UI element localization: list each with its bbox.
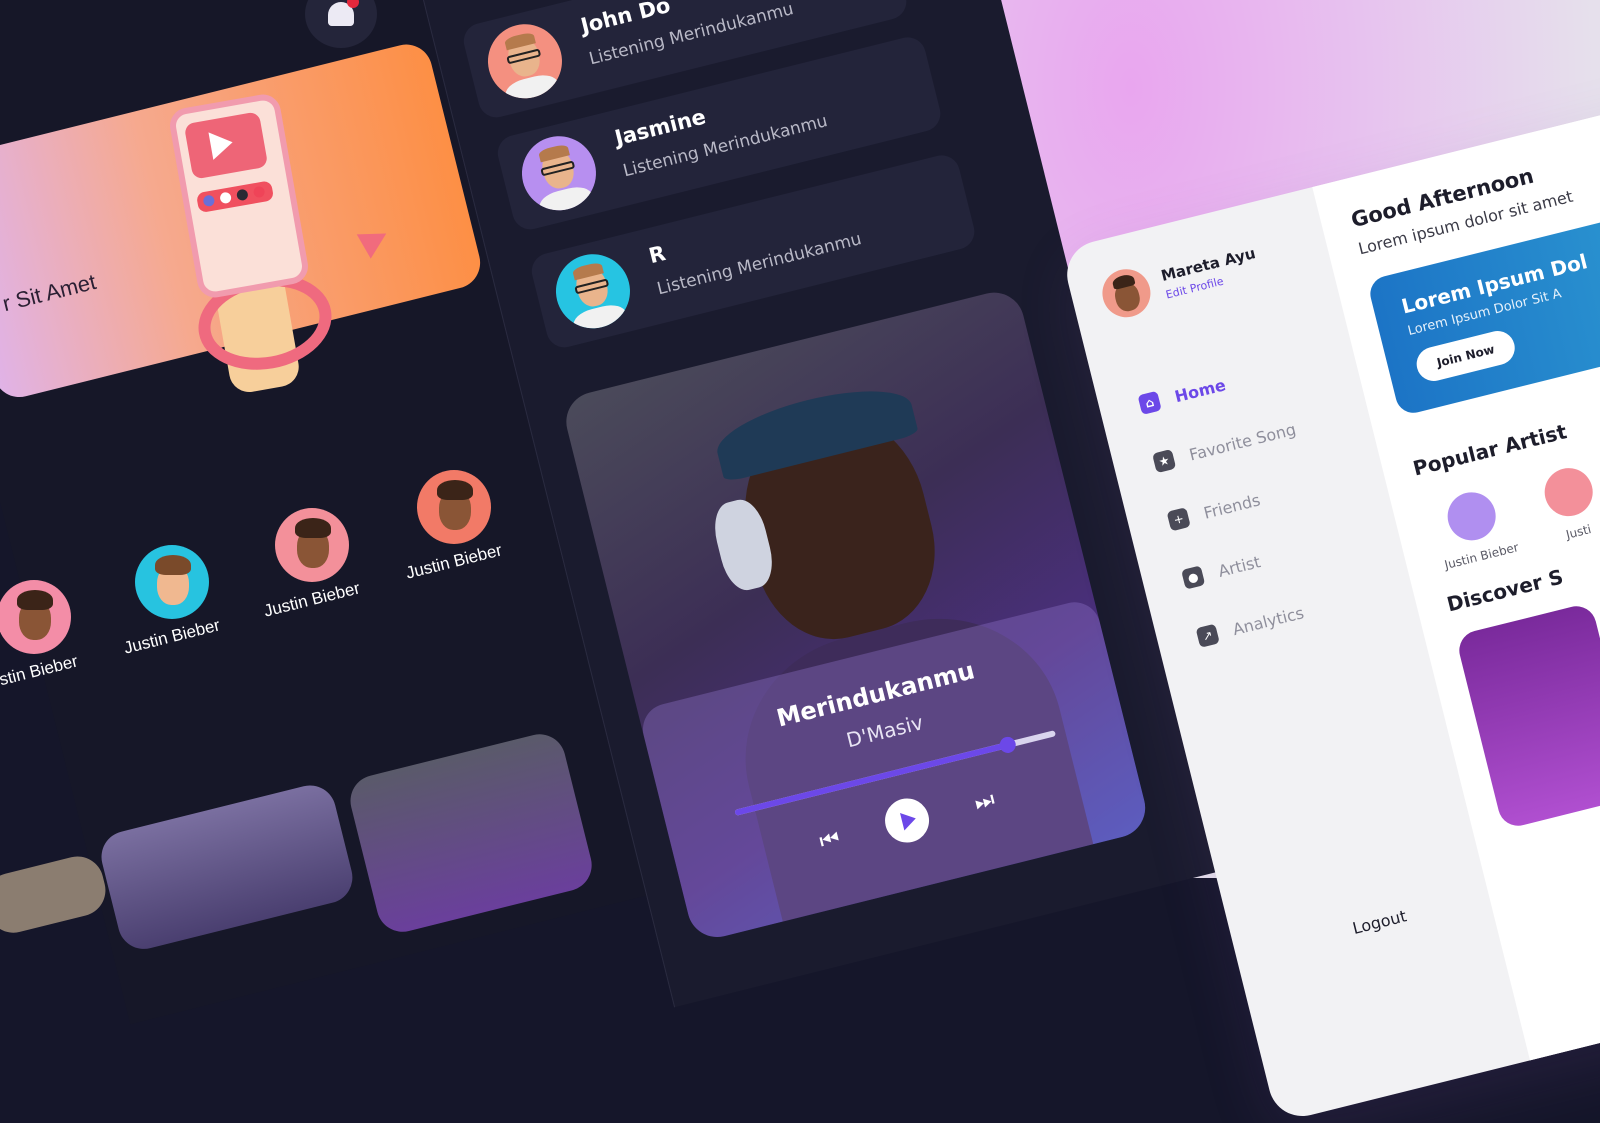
artist-avatar xyxy=(275,508,349,582)
avatar xyxy=(1097,264,1156,323)
add-user-icon: + xyxy=(1166,507,1191,532)
sidebar-item-label: Friends xyxy=(1201,489,1263,523)
artist-avatar xyxy=(1539,463,1598,522)
friend-name: R xyxy=(646,241,668,269)
popular-artist-item[interactable]: Justi xyxy=(1519,458,1600,550)
next-icon[interactable]: ⏭ xyxy=(972,787,997,816)
artist-avatar xyxy=(417,470,491,544)
artist-avatar xyxy=(1442,487,1501,546)
star-icon: ★ xyxy=(1152,448,1177,474)
discover-card[interactable] xyxy=(1455,602,1600,830)
artist-avatar xyxy=(0,580,71,654)
user-icon: ● xyxy=(1181,565,1206,590)
popular-artist-title: Popular Artist xyxy=(1410,419,1570,481)
friend-avatar xyxy=(514,128,604,219)
sidebar-item-label: Artist xyxy=(1216,551,1263,581)
discover-title: Discover S xyxy=(1444,564,1566,617)
popular-artist-item[interactable]: Justin Bieber xyxy=(1422,482,1527,574)
sidebar-nav: ⌂ Home ★ Favorite Song + Friends ● Artis… xyxy=(1133,341,1347,667)
sidebar-item-label: Favorite Song xyxy=(1187,419,1298,464)
artist-item[interactable]: ustin Bieber xyxy=(0,580,94,692)
artist-name: Justin Bieber xyxy=(1443,540,1521,573)
friend-avatar xyxy=(480,16,570,107)
logout-button[interactable]: Logout xyxy=(1351,906,1409,938)
artist-item[interactable]: Justin Bieber xyxy=(252,508,372,621)
album-card[interactable] xyxy=(0,850,111,939)
user-profile[interactable]: Mareta Ayu Edit Profile xyxy=(1097,237,1263,323)
previous-icon[interactable]: ⏮ xyxy=(817,825,842,854)
artist-item[interactable]: Justin Bieber xyxy=(112,545,232,658)
bell-icon xyxy=(328,0,359,26)
sidebar-item-label: Home xyxy=(1172,374,1228,406)
friend-avatar xyxy=(548,246,638,337)
artist-avatar xyxy=(135,545,209,619)
artist-name: Justi xyxy=(1564,522,1593,542)
play-icon xyxy=(208,128,236,160)
analytics-icon: ↗ xyxy=(1195,623,1220,648)
play-icon xyxy=(900,809,918,831)
join-now-button[interactable]: Join Now xyxy=(1413,327,1519,385)
home-icon: ⌂ xyxy=(1137,390,1162,415)
sidebar-item-label: Analytics xyxy=(1230,602,1306,639)
main-content: Good Afternoon Lorem ipsum dolor sit ame… xyxy=(1312,66,1600,1061)
notification-dot xyxy=(347,0,359,8)
artist-item[interactable]: Justin Bieber xyxy=(394,470,514,583)
